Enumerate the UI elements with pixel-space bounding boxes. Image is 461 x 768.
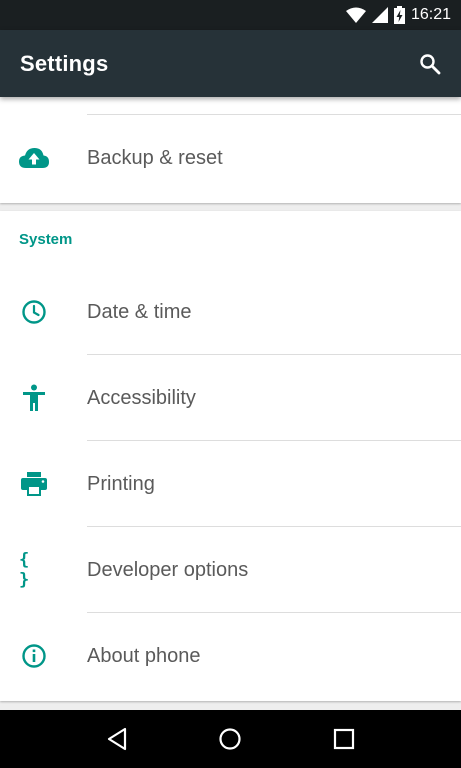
wifi-icon — [345, 7, 366, 23]
cloud-upload-icon — [19, 143, 49, 173]
recents-button[interactable] — [324, 719, 364, 759]
search-button[interactable] — [415, 49, 445, 79]
settings-item-label: Developer options — [87, 558, 249, 581]
settings-item-accessibility[interactable]: Accessibility — [0, 355, 461, 441]
back-icon — [107, 727, 126, 751]
navigation-bar — [0, 710, 461, 768]
settings-item-developer-options[interactable]: { } Developer options — [0, 527, 461, 613]
info-icon — [19, 641, 49, 671]
settings-item-label: About phone — [87, 644, 201, 667]
page-title: Settings — [20, 50, 109, 76]
settings-item-label: Date & time — [87, 300, 192, 323]
status-bar: 16:21 — [0, 0, 461, 30]
personal-section-card: Backup & reset — [0, 97, 461, 203]
accessibility-icon — [19, 383, 49, 413]
settings-item-label: Backup & reset — [87, 146, 223, 169]
clock-icon — [19, 297, 49, 327]
section-header-system: System — [19, 231, 73, 248]
settings-item-date-time[interactable]: Date & time — [0, 269, 461, 355]
battery-charging-icon — [393, 6, 405, 24]
recents-icon — [334, 728, 355, 750]
home-icon — [219, 728, 242, 750]
settings-item-backup-reset[interactable]: Backup & reset — [0, 115, 461, 201]
home-button[interactable] — [210, 719, 250, 759]
status-time: 16:21 — [410, 6, 451, 23]
settings-item-about-phone[interactable]: About phone — [0, 613, 461, 699]
app-bar: Settings — [0, 30, 461, 97]
settings-item-label: Accessibility — [87, 386, 196, 409]
settings-item-label: Printing — [87, 472, 155, 495]
back-button[interactable] — [97, 719, 137, 759]
settings-item-printing[interactable]: Printing — [0, 441, 461, 527]
search-icon — [420, 53, 441, 74]
system-section-card: System Date & time Accessibility Printin… — [0, 211, 461, 701]
cell-signal-icon — [371, 7, 388, 23]
printer-icon — [19, 469, 49, 499]
braces-icon: { } — [19, 550, 31, 590]
